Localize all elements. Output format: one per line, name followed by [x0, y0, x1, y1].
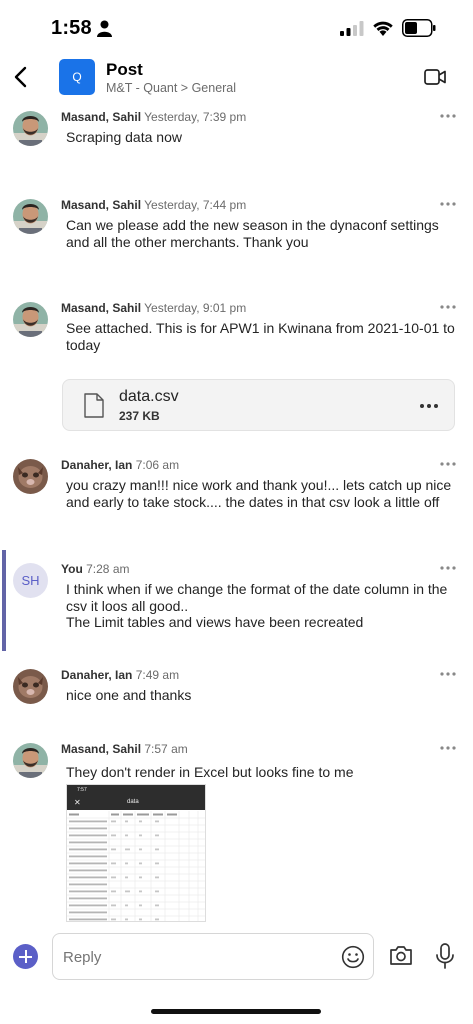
message-line: The Limit tables and views have been rec…: [66, 614, 364, 630]
message-header: Danaher, Ian 7:49 am: [61, 668, 179, 682]
back-icon[interactable]: [10, 62, 32, 92]
message-line: nice one and thanks: [66, 687, 192, 703]
message-author: Danaher, Ian: [61, 668, 133, 682]
person-icon: [97, 20, 112, 37]
message-header: Masand, Sahil 7:57 am: [61, 742, 188, 756]
channel-avatar: Q: [59, 59, 95, 95]
emoji-icon[interactable]: [341, 945, 365, 969]
reply-box[interactable]: [52, 933, 374, 980]
attached-image[interactable]: 7:57 ✕ data: [66, 784, 206, 922]
message-header: Masand, Sahil Yesterday, 7:39 pm: [61, 110, 246, 124]
video-call-icon[interactable]: [423, 65, 447, 89]
channel-breadcrumb: M&T - Quant > General: [106, 81, 237, 95]
message-time: 7:57 am: [144, 742, 188, 756]
message-text: Scraping data now: [66, 129, 461, 146]
message-line: csv it loos all good..: [66, 597, 189, 614]
message-text: nice one and thanks: [66, 687, 461, 704]
message-time: Yesterday, 7:44 pm: [144, 198, 247, 212]
close-icon: ✕: [74, 798, 81, 807]
image-status-time: 7:57: [67, 785, 205, 796]
message-line: Scraping data now: [66, 129, 182, 145]
message-time: 7:06 am: [135, 458, 180, 472]
home-indicator[interactable]: [151, 1009, 321, 1014]
file-name: data.csv: [119, 388, 179, 405]
avatar[interactable]: [13, 199, 48, 234]
avatar[interactable]: [13, 669, 48, 704]
message-author: Danaher, Ian: [61, 458, 133, 472]
message-line: and all the other merchants. Thank you: [66, 233, 309, 250]
message-author: Masand, Sahil: [61, 301, 142, 315]
add-attachment-button[interactable]: [13, 944, 38, 969]
camera-icon[interactable]: [389, 944, 413, 966]
message-line: you crazy man!!! nice work and thank you…: [66, 477, 452, 493]
more-options-icon[interactable]: [440, 461, 456, 467]
compose-bar: [0, 930, 473, 990]
message-time: Yesterday, 9:01 pm: [144, 301, 247, 315]
more-options-icon[interactable]: [440, 304, 456, 310]
more-options-icon[interactable]: [440, 113, 456, 119]
more-options-icon[interactable]: [440, 201, 456, 207]
wifi-icon: [373, 21, 393, 36]
message-time: 7:28 am: [86, 562, 130, 576]
message-time: Yesterday, 7:39 pm: [144, 110, 247, 124]
message-line: They don't render in Excel but looks fin…: [66, 764, 354, 780]
signal-icon: [340, 21, 364, 36]
message-line: See attached. This is for APW1 in Kwinan…: [66, 320, 455, 336]
avatar[interactable]: [13, 111, 48, 146]
message-author: You: [61, 562, 83, 576]
own-message-indicator: [2, 550, 6, 651]
message-time: 7:49 am: [135, 668, 180, 682]
spreadsheet-preview: [67, 811, 205, 921]
status-time: 1:58: [51, 17, 92, 39]
battery-icon: [402, 19, 436, 37]
message-header: Danaher, Ian 7:06 am: [61, 458, 179, 472]
message-line: Can we please add the new season in the …: [66, 217, 439, 233]
image-title: data: [127, 799, 139, 805]
message-header: You 7:28 am: [61, 562, 129, 576]
avatar[interactable]: [13, 459, 48, 494]
message-text: They don't render in Excel but looks fin…: [66, 764, 461, 781]
message-line: and early to take stock.... the dates in…: [66, 493, 440, 510]
message-text: See attached. This is for APW1 in Kwinan…: [66, 320, 461, 353]
file-size: 237 KB: [119, 409, 160, 423]
file-icon: [84, 393, 104, 418]
image-toolbar: ✕ data: [67, 796, 205, 810]
message-header: Masand, Sahil Yesterday, 7:44 pm: [61, 198, 246, 212]
message-author: Masand, Sahil: [61, 110, 142, 124]
file-attachment[interactable]: data.csv 237 KB: [62, 379, 455, 431]
more-options-icon[interactable]: [419, 403, 439, 409]
message-line: today: [66, 336, 101, 353]
more-options-icon[interactable]: [440, 671, 456, 677]
reply-input[interactable]: [63, 946, 323, 968]
message-author: Masand, Sahil: [61, 742, 142, 756]
avatar[interactable]: [13, 743, 48, 778]
message-text: you crazy man!!! nice work and thank you…: [66, 477, 461, 510]
avatar[interactable]: SH: [13, 563, 48, 598]
message-header: Masand, Sahil Yesterday, 9:01 pm: [61, 301, 246, 315]
message-line: I think when if we change the format of …: [66, 581, 448, 597]
microphone-icon[interactable]: [435, 943, 455, 969]
message-text: Can we please add the new season in the …: [66, 217, 461, 250]
page-title: Post: [106, 60, 143, 79]
status-bar: 1:58: [0, 0, 473, 56]
message-text: I think when if we change the format of …: [66, 581, 461, 631]
message-author: Masand, Sahil: [61, 198, 142, 212]
avatar[interactable]: [13, 302, 48, 337]
more-options-icon[interactable]: [440, 745, 456, 751]
conversation-header: Q Post M&T - Quant > General: [0, 56, 473, 98]
more-options-icon[interactable]: [440, 565, 456, 571]
